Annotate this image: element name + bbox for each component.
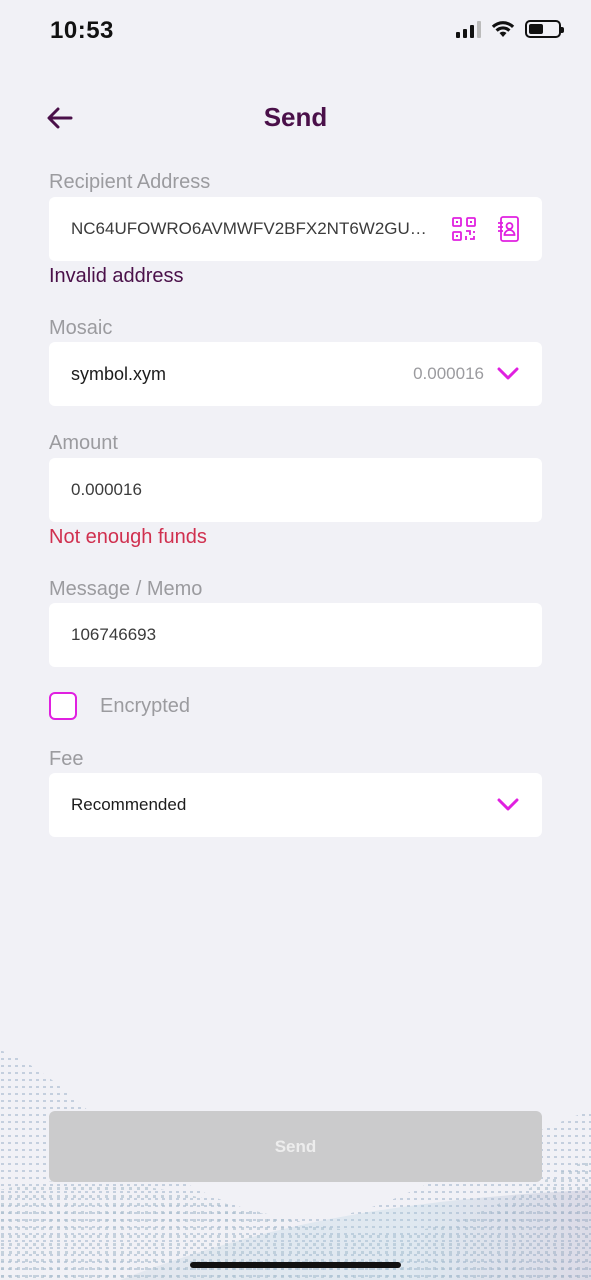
mosaic-select[interactable]: symbol.xym 0.000016: [49, 342, 542, 406]
qr-code-icon[interactable]: [452, 216, 476, 242]
amount-value[interactable]: 0.000016: [71, 480, 142, 500]
message-value[interactable]: 106746693: [71, 625, 156, 645]
amount-input[interactable]: 0.000016: [49, 458, 542, 522]
wifi-icon: [491, 21, 515, 37]
amount-label: Amount: [49, 432, 118, 454]
mosaic-value: symbol.xym: [71, 363, 167, 384]
chevron-down-icon[interactable]: [496, 793, 520, 817]
recipient-address-value[interactable]: NC64UFOWRO6AVMWFV2BFX2NT6W2GURK2...: [71, 219, 436, 239]
send-button[interactable]: Send: [49, 1111, 542, 1182]
message-input[interactable]: 106746693: [49, 603, 542, 667]
encrypted-label[interactable]: Encrypted: [100, 695, 190, 718]
cellular-signal-icon: [456, 20, 481, 38]
status-bar: 10:53: [0, 0, 591, 64]
page-title: Send: [263, 102, 328, 132]
recipient-error: Invalid address: [49, 265, 184, 287]
battery-icon: [525, 20, 564, 38]
amount-error: Not enough funds: [49, 526, 207, 548]
home-indicator: [190, 1262, 401, 1268]
status-icons: [456, 20, 564, 38]
mosaic-balance: 0.000016: [413, 364, 484, 383]
fee-label: Fee: [49, 748, 84, 770]
mosaic-label: Mosaic: [49, 317, 113, 339]
recipient-address-field[interactable]: NC64UFOWRO6AVMWFV2BFX2NT6W2GURK2...: [49, 197, 542, 261]
fee-value: Recommended: [71, 795, 187, 814]
status-time: 10:53: [50, 17, 114, 44]
encrypted-checkbox[interactable]: [49, 692, 77, 720]
chevron-down-icon[interactable]: [496, 362, 520, 386]
recipient-label: Recipient Address: [49, 171, 211, 193]
fee-select[interactable]: Recommended: [49, 773, 542, 837]
address-book-icon[interactable]: [496, 216, 520, 242]
header: Send: [0, 94, 591, 142]
message-label: Message / Memo: [49, 578, 203, 600]
